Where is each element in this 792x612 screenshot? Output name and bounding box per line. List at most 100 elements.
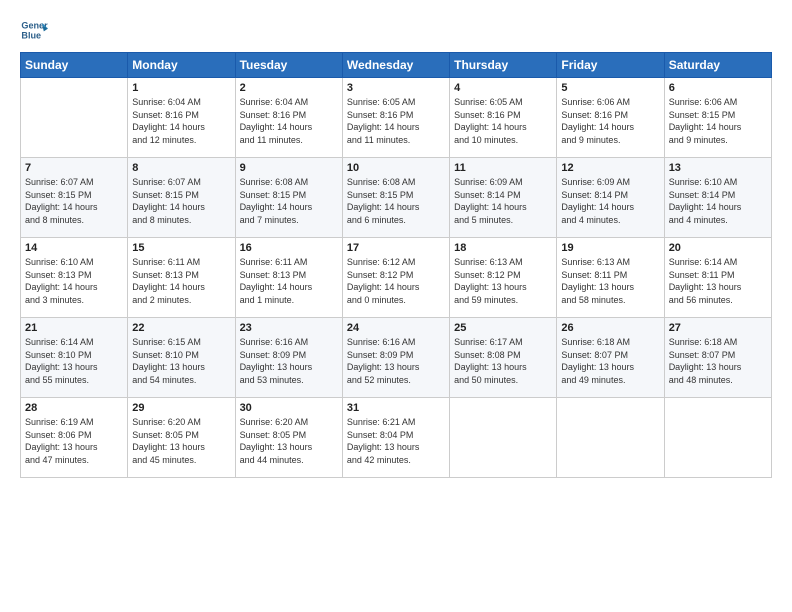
day-info: Sunrise: 6:18 AM Sunset: 8:07 PM Dayligh… — [669, 336, 767, 386]
calendar-table: SundayMondayTuesdayWednesdayThursdayFrid… — [20, 52, 772, 478]
day-info: Sunrise: 6:20 AM Sunset: 8:05 PM Dayligh… — [132, 416, 230, 466]
day-info: Sunrise: 6:16 AM Sunset: 8:09 PM Dayligh… — [240, 336, 338, 386]
calendar-cell — [557, 398, 664, 478]
calendar-cell: 6 Sunrise: 6:06 AM Sunset: 8:15 PM Daylig… — [664, 78, 771, 158]
day-info: Sunrise: 6:14 AM Sunset: 8:11 PM Dayligh… — [669, 256, 767, 306]
day-number: 31 — [347, 402, 445, 414]
day-info: Sunrise: 6:04 AM Sunset: 8:16 PM Dayligh… — [132, 96, 230, 146]
day-info: Sunrise: 6:17 AM Sunset: 8:08 PM Dayligh… — [454, 336, 552, 386]
day-number: 21 — [25, 322, 123, 334]
header-day: Wednesday — [342, 53, 449, 78]
header-day: Saturday — [664, 53, 771, 78]
day-number: 14 — [25, 242, 123, 254]
calendar-cell: 26Sunrise: 6:18 AM Sunset: 8:07 PM Dayli… — [557, 318, 664, 398]
calendar-cell: 21 Sunrise: 6:14 AM Sunset: 8:10 PM Dayli… — [21, 318, 128, 398]
day-info: Sunrise: 6:12 AM Sunset: 8:12 PM Dayligh… — [347, 256, 445, 306]
day-number: 20 — [669, 242, 767, 254]
day-number: 25 — [454, 322, 552, 334]
day-number: 16 — [240, 242, 338, 254]
calendar-cell: 15Sunrise: 6:11 AM Sunset: 8:13 PM Dayli… — [128, 238, 235, 318]
day-info: Sunrise: 6:20 AM Sunset: 8:05 PM Dayligh… — [240, 416, 338, 466]
logo: General Blue — [20, 16, 48, 44]
calendar-week-row: 28 Sunrise: 6:19 AM Sunset: 8:06 PM Dayli… — [21, 398, 772, 478]
day-info: Sunrise: 6:07 AM Sunset: 8:15 PM Dayligh… — [132, 176, 230, 226]
calendar-cell: 24 Sunrise: 6:16 AM Sunset: 8:09 PM Dayli… — [342, 318, 449, 398]
calendar-cell: 11Sunrise: 6:09 AM Sunset: 8:14 PM Dayli… — [450, 158, 557, 238]
day-info: Sunrise: 6:18 AM Sunset: 8:07 PM Dayligh… — [561, 336, 659, 386]
calendar-cell: 29 Sunrise: 6:20 AM Sunset: 8:05 PM Dayli… — [128, 398, 235, 478]
logo-icon: General Blue — [20, 16, 48, 44]
day-info: Sunrise: 6:05 AM Sunset: 8:16 PM Dayligh… — [454, 96, 552, 146]
day-number: 23 — [240, 322, 338, 334]
day-info: Sunrise: 6:05 AM Sunset: 8:16 PM Dayligh… — [347, 96, 445, 146]
day-info: Sunrise: 6:19 AM Sunset: 8:06 PM Dayligh… — [25, 416, 123, 466]
day-info: Sunrise: 6:13 AM Sunset: 8:11 PM Dayligh… — [561, 256, 659, 306]
day-number: 3 — [347, 82, 445, 94]
calendar-cell: 25 Sunrise: 6:17 AM Sunset: 8:08 PM Dayli… — [450, 318, 557, 398]
day-info: Sunrise: 6:07 AM Sunset: 8:15 PM Dayligh… — [25, 176, 123, 226]
day-number: 13 — [669, 162, 767, 174]
day-info: Sunrise: 6:11 AM Sunset: 8:13 PM Dayligh… — [132, 256, 230, 306]
day-info: Sunrise: 6:16 AM Sunset: 8:09 PM Dayligh… — [347, 336, 445, 386]
day-info: Sunrise: 6:10 AM Sunset: 8:13 PM Dayligh… — [25, 256, 123, 306]
calendar-cell — [450, 398, 557, 478]
day-info: Sunrise: 6:13 AM Sunset: 8:12 PM Dayligh… — [454, 256, 552, 306]
header-row: SundayMondayTuesdayWednesdayThursdayFrid… — [21, 53, 772, 78]
header-day: Thursday — [450, 53, 557, 78]
day-number: 6 — [669, 82, 767, 94]
calendar-cell: 3 Sunrise: 6:05 AM Sunset: 8:16 PM Daylig… — [342, 78, 449, 158]
calendar-cell: 2Sunrise: 6:04 AM Sunset: 8:16 PM Daylig… — [235, 78, 342, 158]
page: General Blue SundayMondayTuesdayWednesda… — [0, 0, 792, 612]
calendar-cell: 8 Sunrise: 6:07 AM Sunset: 8:15 PM Daylig… — [128, 158, 235, 238]
day-info: Sunrise: 6:14 AM Sunset: 8:10 PM Dayligh… — [25, 336, 123, 386]
calendar-cell: 28 Sunrise: 6:19 AM Sunset: 8:06 PM Dayli… — [21, 398, 128, 478]
calendar-cell: 13 Sunrise: 6:10 AM Sunset: 8:14 PM Dayli… — [664, 158, 771, 238]
day-info: Sunrise: 6:10 AM Sunset: 8:14 PM Dayligh… — [669, 176, 767, 226]
day-info: Sunrise: 6:11 AM Sunset: 8:13 PM Dayligh… — [240, 256, 338, 306]
day-info: Sunrise: 6:21 AM Sunset: 8:04 PM Dayligh… — [347, 416, 445, 466]
calendar-cell: 12Sunrise: 6:09 AM Sunset: 8:14 PM Dayli… — [557, 158, 664, 238]
calendar-week-row: 21 Sunrise: 6:14 AM Sunset: 8:10 PM Dayli… — [21, 318, 772, 398]
day-number: 27 — [669, 322, 767, 334]
day-number: 9 — [240, 162, 338, 174]
calendar-cell: 27 Sunrise: 6:18 AM Sunset: 8:07 PM Dayli… — [664, 318, 771, 398]
calendar-cell — [21, 78, 128, 158]
day-number: 8 — [132, 162, 230, 174]
calendar-cell: 23 Sunrise: 6:16 AM Sunset: 8:09 PM Dayli… — [235, 318, 342, 398]
calendar-week-row: 7 Sunrise: 6:07 AM Sunset: 8:15 PM Daylig… — [21, 158, 772, 238]
day-number: 22 — [132, 322, 230, 334]
day-info: Sunrise: 6:06 AM Sunset: 8:15 PM Dayligh… — [669, 96, 767, 146]
header-day: Tuesday — [235, 53, 342, 78]
day-number: 5 — [561, 82, 659, 94]
calendar-cell: 17 Sunrise: 6:12 AM Sunset: 8:12 PM Dayli… — [342, 238, 449, 318]
day-number: 10 — [347, 162, 445, 174]
calendar-cell: 14 Sunrise: 6:10 AM Sunset: 8:13 PM Dayli… — [21, 238, 128, 318]
calendar-cell: 5Sunrise: 6:06 AM Sunset: 8:16 PM Daylig… — [557, 78, 664, 158]
day-number: 30 — [240, 402, 338, 414]
header-day: Monday — [128, 53, 235, 78]
day-number: 17 — [347, 242, 445, 254]
day-number: 18 — [454, 242, 552, 254]
day-number: 29 — [132, 402, 230, 414]
day-info: Sunrise: 6:08 AM Sunset: 8:15 PM Dayligh… — [240, 176, 338, 226]
header-day: Friday — [557, 53, 664, 78]
day-info: Sunrise: 6:15 AM Sunset: 8:10 PM Dayligh… — [132, 336, 230, 386]
day-info: Sunrise: 6:09 AM Sunset: 8:14 PM Dayligh… — [454, 176, 552, 226]
header-day: Sunday — [21, 53, 128, 78]
calendar-cell: 9 Sunrise: 6:08 AM Sunset: 8:15 PM Daylig… — [235, 158, 342, 238]
calendar-cell: 22 Sunrise: 6:15 AM Sunset: 8:10 PM Dayli… — [128, 318, 235, 398]
calendar-cell: 1 Sunrise: 6:04 AM Sunset: 8:16 PM Daylig… — [128, 78, 235, 158]
calendar-cell: 7 Sunrise: 6:07 AM Sunset: 8:15 PM Daylig… — [21, 158, 128, 238]
day-number: 7 — [25, 162, 123, 174]
day-number: 4 — [454, 82, 552, 94]
day-number: 28 — [25, 402, 123, 414]
calendar-cell: 19Sunrise: 6:13 AM Sunset: 8:11 PM Dayli… — [557, 238, 664, 318]
day-info: Sunrise: 6:09 AM Sunset: 8:14 PM Dayligh… — [561, 176, 659, 226]
calendar-week-row: 1 Sunrise: 6:04 AM Sunset: 8:16 PM Daylig… — [21, 78, 772, 158]
calendar-cell: 16 Sunrise: 6:11 AM Sunset: 8:13 PM Dayli… — [235, 238, 342, 318]
calendar-cell: 31 Sunrise: 6:21 AM Sunset: 8:04 PM Dayli… — [342, 398, 449, 478]
day-number: 24 — [347, 322, 445, 334]
day-info: Sunrise: 6:08 AM Sunset: 8:15 PM Dayligh… — [347, 176, 445, 226]
day-number: 1 — [132, 82, 230, 94]
calendar-cell: 30 Sunrise: 6:20 AM Sunset: 8:05 PM Dayli… — [235, 398, 342, 478]
